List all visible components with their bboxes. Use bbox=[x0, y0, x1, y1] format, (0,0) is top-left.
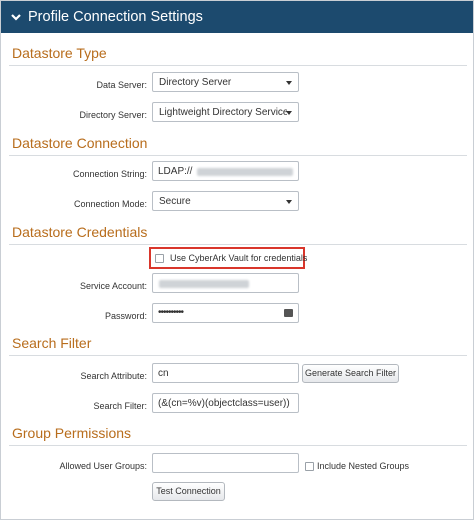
dropdown-arrow-icon bbox=[286, 111, 292, 115]
search-attribute-input[interactable]: cn bbox=[152, 363, 299, 383]
divider bbox=[9, 155, 467, 156]
divider bbox=[9, 355, 467, 356]
dropdown-arrow-icon bbox=[286, 81, 292, 85]
service-account-label: Service Account: bbox=[79, 281, 147, 291]
nested-groups-checkbox[interactable] bbox=[305, 462, 314, 471]
divider bbox=[9, 445, 467, 446]
keyboard-icon bbox=[284, 309, 293, 317]
password-label: Password: bbox=[104, 311, 147, 321]
section-datastore-type: Datastore Type bbox=[12, 45, 107, 61]
connection-mode-label: Connection Mode: bbox=[73, 199, 147, 209]
allowed-groups-label: Allowed User Groups: bbox=[59, 461, 147, 471]
nested-groups-label[interactable]: Include Nested Groups bbox=[317, 461, 409, 472]
directory-server-label: Directory Server: bbox=[79, 110, 147, 120]
section-search-filter: Search Filter bbox=[12, 335, 92, 351]
section-datastore-credentials: Datastore Credentials bbox=[12, 224, 148, 240]
search-filter-input[interactable]: (&(cn=%v)(objectclass=user)) bbox=[152, 393, 299, 413]
password-input[interactable]: •••••••••• bbox=[152, 303, 299, 323]
panel-title: Profile Connection Settings bbox=[28, 9, 203, 25]
connection-string-input[interactable]: LDAP:// bbox=[152, 161, 299, 181]
connection-mode-select[interactable]: Secure bbox=[152, 191, 299, 211]
divider bbox=[9, 244, 467, 245]
section-group-permissions: Group Permissions bbox=[12, 425, 132, 441]
connection-string-value: LDAP:// bbox=[158, 166, 193, 177]
directory-server-value: Lightweight Directory Service bbox=[159, 107, 287, 118]
redacted-text bbox=[197, 168, 293, 176]
redacted-text bbox=[159, 280, 249, 288]
section-datastore-connection: Datastore Connection bbox=[12, 135, 148, 151]
data-server-select[interactable]: Directory Server bbox=[152, 72, 299, 92]
connection-mode-value: Secure bbox=[159, 196, 191, 207]
settings-panel: Profile Connection Settings Datastore Ty… bbox=[0, 0, 474, 520]
search-attribute-value: cn bbox=[158, 368, 169, 379]
generate-search-filter-button[interactable]: Generate Search Filter bbox=[302, 364, 399, 383]
search-filter-label: Search Filter: bbox=[93, 401, 147, 411]
search-filter-value: (&(cn=%v)(objectclass=user)) bbox=[158, 398, 290, 409]
panel-header[interactable]: Profile Connection Settings bbox=[1, 1, 473, 33]
directory-server-select[interactable]: Lightweight Directory Service bbox=[152, 102, 299, 122]
password-value: •••••••••• bbox=[158, 307, 184, 318]
chevron-down-icon[interactable] bbox=[10, 11, 22, 23]
cyberark-checkbox[interactable] bbox=[155, 254, 164, 263]
service-account-input[interactable] bbox=[152, 273, 299, 293]
dropdown-arrow-icon bbox=[286, 200, 292, 204]
data-server-label: Data Server: bbox=[96, 80, 147, 90]
connection-string-label: Connection String: bbox=[72, 169, 147, 179]
search-attribute-label: Search Attribute: bbox=[80, 371, 147, 381]
cyberark-label[interactable]: Use CyberArk Vault for credentials bbox=[170, 253, 307, 264]
data-server-value: Directory Server bbox=[159, 77, 232, 88]
divider bbox=[9, 65, 467, 66]
test-connection-button[interactable]: Test Connection bbox=[152, 482, 225, 501]
allowed-groups-input[interactable] bbox=[152, 453, 299, 473]
